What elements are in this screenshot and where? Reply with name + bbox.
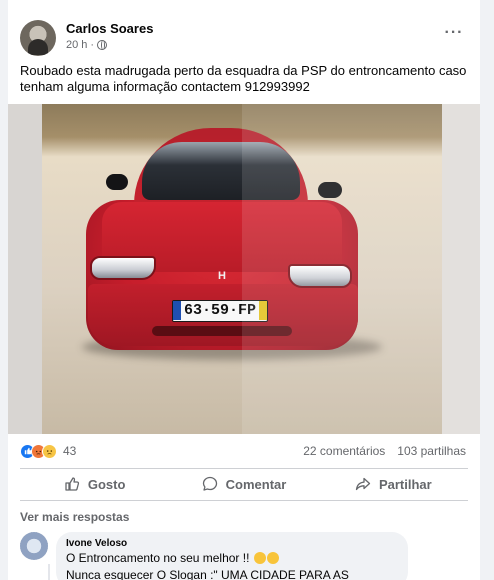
like-label: Gosto [87, 476, 126, 492]
comments-count[interactable]: 22 comentários [303, 444, 385, 458]
author-avatar[interactable] [20, 20, 56, 56]
comment-button[interactable]: Comentar [169, 470, 318, 498]
comment-label: Comentar [225, 476, 287, 492]
like-button[interactable]: Gosto [20, 470, 169, 498]
more-replies-link[interactable]: Ver mais respostas [20, 510, 129, 524]
post-header: Carlos Soares 20 h · ··· [20, 20, 468, 56]
share-icon [355, 477, 371, 491]
share-button[interactable]: Partilhar [319, 470, 468, 498]
comment-bubble: Ivone Veloso O Entroncamento no seu melh… [56, 532, 408, 580]
unamused-emoji-icon [253, 552, 266, 564]
photo-overlay [242, 104, 442, 434]
page-background-left [0, 0, 8, 580]
comment-text-2: Nunca esquecer O Slogan :" UMA CIDADE PA… [66, 568, 349, 580]
post-time[interactable]: 20 h [66, 39, 87, 51]
globe-icon[interactable] [97, 40, 108, 50]
photo-margin [442, 104, 480, 434]
shares-count[interactable]: 103 partilhas [397, 444, 466, 458]
left-headlight [90, 256, 156, 280]
more-options-icon[interactable]: ··· [440, 24, 468, 48]
post-photo[interactable]: H 63·59·FP [8, 104, 480, 434]
meta-separator: · [90, 39, 95, 51]
divider-top [20, 468, 468, 469]
reaction-count[interactable]: 43 [63, 444, 76, 458]
comment-icon [202, 476, 217, 491]
car-photo: H 63·59·FP [42, 104, 442, 434]
commenter-avatar[interactable] [20, 532, 48, 560]
car-badge: H [218, 270, 226, 282]
page-background-right [480, 0, 494, 580]
post-text: Roubado esta madrugada perto da esquadra… [20, 63, 467, 94]
thread-line [48, 564, 50, 580]
share-label: Partilhar [378, 476, 432, 492]
reaction-summary[interactable]: 43 [20, 442, 76, 460]
author-name[interactable]: Carlos Soares [66, 21, 153, 36]
divider-bottom [20, 500, 468, 501]
comment-line-1: O Entroncamento no seu melhor !! [66, 551, 398, 566]
post-stats: 22 comentários 103 partilhas [303, 444, 466, 458]
sad-icon [42, 443, 57, 459]
comment-author[interactable]: Ivone Veloso [66, 538, 398, 549]
thumbs-up-icon [65, 477, 79, 491]
comment-text-1: O Entroncamento no seu melhor !! [66, 551, 250, 565]
left-mirror [106, 174, 128, 190]
unamused-emoji-icon [266, 552, 279, 564]
post-card: Carlos Soares 20 h · ··· Roubado esta ma… [8, 8, 480, 580]
action-bar: Gosto Comentar Partilhar [20, 470, 468, 498]
post-meta: 20 h · [66, 39, 108, 51]
